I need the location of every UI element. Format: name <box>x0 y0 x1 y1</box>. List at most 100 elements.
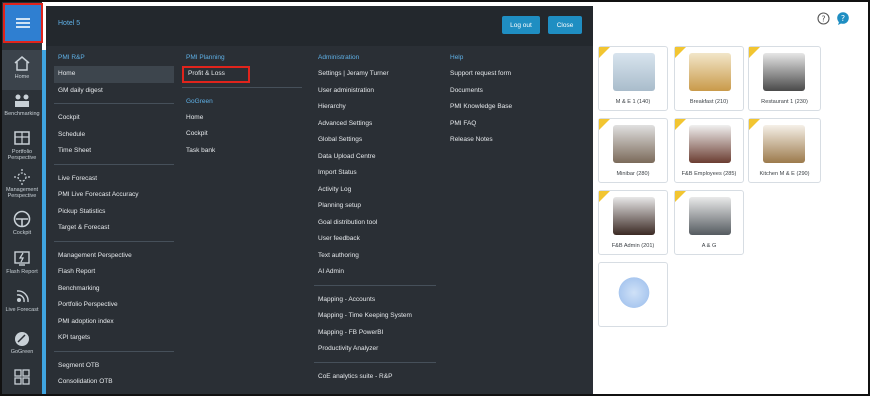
menu-item-support-request-form[interactable]: Support request form <box>446 66 576 83</box>
hotel-name: Hotel 5 <box>58 20 81 27</box>
menu-item-pmi-live-forecast-accuracy[interactable]: PMI Live Forecast Accuracy <box>54 187 174 204</box>
tile-breakfast[interactable]: Breakfast (210) <box>674 46 744 111</box>
menu-item-data-upload-centre[interactable]: Data Upload Centre <box>314 149 436 166</box>
menu-item-schedule[interactable]: Schedule <box>54 127 174 144</box>
sidebar-item-label: GoGreen <box>10 349 34 355</box>
menu-item-settings[interactable]: Settings | Jeramy Turner <box>314 66 436 83</box>
menu-item-release-notes[interactable]: Release Notes <box>446 132 576 149</box>
sidebar-item-benchmarking[interactable]: Benchmarking <box>2 92 42 126</box>
sidebar-item-flash-report[interactable]: Flash Report <box>2 250 42 282</box>
tile-restaurant-1[interactable]: Restaurant 1 (230) <box>748 46 821 111</box>
divider <box>54 163 174 165</box>
badge-corner <box>675 119 686 130</box>
tile-a-g[interactable]: A & G <box>674 190 744 255</box>
department-tiles-area: ? ? M & E 1 (140) Breakfast (210) Restau… <box>593 2 868 394</box>
menu-item-profit-loss[interactable]: Profit & Loss <box>182 66 250 83</box>
menu-item-gogreen-home[interactable]: Home <box>182 110 302 127</box>
close-button[interactable]: Close <box>548 16 582 34</box>
sidebar-item-management[interactable]: Management Perspective <box>2 168 42 204</box>
menu-item-mapping-fb-powerbi[interactable]: Mapping - FB PowerBI <box>314 325 436 342</box>
menu-item-pickup-statistics[interactable]: Pickup Statistics <box>54 204 174 221</box>
waiter-image <box>613 53 655 91</box>
sidebar-item-label: Cockpit <box>12 230 32 236</box>
mega-menu: Hotel 5 Log out Close PMI R&P Home GM da… <box>46 6 593 394</box>
divider <box>182 86 302 88</box>
column-heading: Administration <box>318 54 360 61</box>
menu-item-segment-otb[interactable]: Segment OTB <box>54 358 174 375</box>
menu-item-consolidation-otb[interactable]: Consolidation OTB <box>54 374 174 391</box>
menu-item-mapping-time-keeping[interactable]: Mapping - Time Keeping System <box>314 308 436 325</box>
menu-item-user-feedback[interactable]: User feedback <box>314 231 436 248</box>
menu-item-management-perspective[interactable]: Management Perspective <box>54 248 174 265</box>
menu-item-home[interactable]: Home <box>54 66 174 83</box>
menu-item-hierarchy[interactable]: Hierarchy <box>314 99 436 116</box>
badge-corner <box>675 191 686 202</box>
sidebar-item-label: Benchmarking <box>4 111 40 117</box>
svg-text:?: ? <box>841 14 845 23</box>
benchmarking-icon <box>15 94 29 107</box>
home-icon <box>14 56 30 71</box>
menu-item-mapping-accounts[interactable]: Mapping - Accounts <box>314 292 436 309</box>
menu-item-pmi-faq[interactable]: PMI FAQ <box>446 116 576 133</box>
tile-m-e-1[interactable]: M & E 1 (140) <box>598 46 668 111</box>
menu-item-gogreen-cockpit[interactable]: Cockpit <box>182 126 302 143</box>
menu-item-advanced-settings[interactable]: Advanced Settings <box>314 116 436 133</box>
tile-fb-employees[interactable]: F&B Employees (285) <box>674 118 744 183</box>
menu-column-pmi-rp: PMI R&P Home GM daily digest Cockpit Sch… <box>54 50 174 391</box>
cockpit-icon <box>13 210 31 228</box>
menu-item-productivity-analyzer[interactable]: Productivity Analyzer <box>314 341 436 358</box>
menu-item-activity-log[interactable]: Activity Log <box>314 182 436 199</box>
tile-fb-admin[interactable]: F&B Admin (201) <box>598 190 668 255</box>
tile-label: Breakfast (210) <box>689 99 729 105</box>
menu-item-flash-report[interactable]: Flash Report <box>54 264 174 281</box>
sidebar-item-label: Portfolio Perspective <box>7 149 37 161</box>
flash-report-icon <box>14 251 30 266</box>
chat-icon[interactable]: ? <box>836 12 850 30</box>
column-heading-gogreen: GoGreen <box>186 97 213 105</box>
sidebar-item-cockpit[interactable]: Cockpit <box>2 210 42 244</box>
management-icon <box>14 169 30 185</box>
menu-item-kpi-targets[interactable]: KPI targets <box>54 330 174 347</box>
menu-item-user-administration[interactable]: User administration <box>314 83 436 100</box>
sidebar-item-home[interactable]: Home <box>2 50 42 90</box>
logout-button[interactable]: Log out <box>502 16 540 34</box>
menu-item-benchmarking[interactable]: Benchmarking <box>54 281 174 298</box>
menu-item-text-authoring[interactable]: Text authoring <box>314 248 436 265</box>
sidebar-item-label: Home <box>14 74 30 80</box>
menu-item-import-status[interactable]: Import Status <box>314 165 436 182</box>
menu-item-goal-distribution-tool[interactable]: Goal distribution tool <box>314 215 436 232</box>
menu-item-live-forecast[interactable]: Live Forecast <box>54 171 174 188</box>
sidebar-item-portfolio[interactable]: Portfolio Perspective <box>2 130 42 166</box>
menu-column-help: Help Support request form Documents PMI … <box>446 50 576 149</box>
menu-item-global-settings[interactable]: Global Settings <box>314 132 436 149</box>
menu-item-portfolio-perspective[interactable]: Portfolio Perspective <box>54 297 174 314</box>
sidebar-item-live-forecast[interactable]: Live Forecast <box>2 288 42 320</box>
tile-kitchen-m-e[interactable]: Kitchen M & E (290) <box>748 118 821 183</box>
live-forecast-icon <box>16 290 29 303</box>
column-heading: PMI R&P <box>58 54 85 61</box>
menu-item-gm-daily-digest[interactable]: GM daily digest <box>54 83 174 100</box>
restaurant-image <box>763 53 805 91</box>
menu-item-pmi-adoption-index[interactable]: PMI adoption index <box>54 314 174 331</box>
menu-item-planning-setup[interactable]: Planning setup <box>314 198 436 215</box>
menu-item-time-sheet[interactable]: Time Sheet <box>54 143 174 160</box>
menu-header: Hotel 5 Log out Close <box>46 6 593 46</box>
tile-minibar[interactable]: Minibar (280) <box>598 118 668 183</box>
tile-add-new[interactable] <box>598 262 668 327</box>
badge-corner <box>675 47 686 58</box>
menu-item-documents[interactable]: Documents <box>446 83 576 100</box>
badge-corner <box>749 119 760 130</box>
menu-item-cockpit[interactable]: Cockpit <box>54 110 174 127</box>
sidebar-item-more[interactable] <box>2 368 42 392</box>
menu-item-target-forecast[interactable]: Target & Forecast <box>54 220 174 237</box>
hamburger-menu-button[interactable] <box>3 3 43 43</box>
menu-item-pmi-knowledge-base[interactable]: PMI Knowledge Base <box>446 99 576 116</box>
menu-item-ai-admin[interactable]: AI Admin <box>314 264 436 281</box>
employee-image <box>689 125 731 163</box>
menu-item-task-bank[interactable]: Task bank <box>182 143 302 160</box>
badge-corner <box>749 47 760 58</box>
help-icon[interactable]: ? <box>817 12 830 30</box>
menu-item-coe-analytics-suite[interactable]: CoE analytics suite - R&P <box>314 369 436 386</box>
divider <box>54 240 174 242</box>
sidebar-item-gogreen[interactable]: GoGreen <box>2 330 42 360</box>
